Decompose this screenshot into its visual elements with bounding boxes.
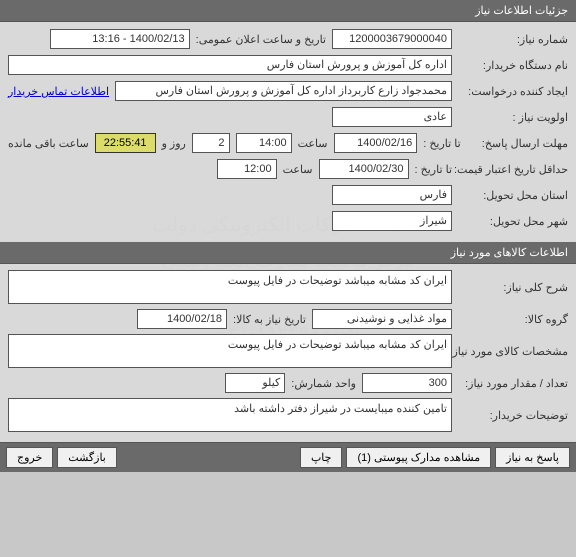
announce-label: تاریخ و ساعت اعلان عمومی: — [196, 33, 326, 46]
deadline-date-field: 1400/02/16 — [334, 133, 418, 153]
buyer-notes-field: تامین کننده میبایست در شیراز دفتر داشته … — [8, 398, 452, 432]
min-credit-time-field: 12:00 — [217, 159, 277, 179]
section2-body: شرح کلی نیاز: ایران کد مشابه میباشد توضی… — [0, 264, 576, 442]
time-label-2: ساعت — [283, 163, 313, 176]
desc-label: شرح کلی نیاز: — [458, 281, 568, 294]
deadline-label: مهلت ارسال پاسخ: — [467, 137, 568, 150]
priority-field: عادی — [332, 107, 452, 127]
main-panel: جزئیات اطلاعات نیاز شماره نیاز: 12000036… — [0, 0, 576, 472]
deadline-time-field: 14:00 — [236, 133, 292, 153]
buyer-notes-label: توضیحات خریدار: — [458, 409, 568, 422]
need-number-field: 1200003679000040 — [332, 29, 452, 49]
back-button[interactable]: بازگشت — [57, 447, 117, 468]
min-credit-label: حداقل تاریخ اعتبار قیمت: — [458, 163, 568, 176]
remaining-time: 22:55:41 — [95, 133, 156, 153]
respond-button[interactable]: پاسخ به نیاز — [495, 447, 570, 468]
buyer-label: نام دستگاه خریدار: — [458, 59, 568, 72]
creator-field: محمدجواد زارع کاربرداز اداره کل آموزش و … — [115, 81, 452, 101]
city-label: شهر محل تحویل: — [458, 215, 568, 228]
need-by-label: تاریخ نیاز به کالا: — [233, 313, 306, 326]
buyer-field: اداره کل آموزش و پرورش استان فارس — [8, 55, 452, 75]
unit-field: کیلو — [225, 373, 285, 393]
city-field: شیراز — [332, 211, 452, 231]
priority-label: اولویت نیاز : — [458, 111, 568, 124]
desc-field: ایران کد مشابه میباشد توضیحات در فایل پی… — [8, 270, 452, 304]
to-date-label: تا تاریخ : — [423, 137, 460, 150]
qty-label: تعداد / مقدار مورد نیاز: — [458, 377, 568, 390]
announce-field: 1400/02/13 - 13:16 — [50, 29, 190, 49]
contact-link[interactable]: اطلاعات تماس خریدار — [8, 85, 109, 98]
need-number-label: شماره نیاز: — [458, 33, 568, 46]
min-credit-date-field: 1400/02/30 — [319, 159, 409, 179]
group-label: گروه کالا: — [458, 313, 568, 326]
need-by-field: 1400/02/18 — [137, 309, 227, 329]
exit-button[interactable]: خروج — [6, 447, 53, 468]
to-date-label-2: تا تاریخ : — [415, 163, 452, 176]
time-label-1: ساعت — [298, 137, 328, 150]
province-label: استان محل تحویل: — [458, 189, 568, 202]
footer-toolbar: پاسخ به نیاز مشاهده مدارک پیوستی (1) چاپ… — [0, 442, 576, 472]
section1-header: جزئیات اطلاعات نیاز — [0, 0, 576, 22]
creator-label: ایجاد کننده درخواست: — [458, 85, 568, 98]
section2-header: اطلاعات کالاهای مورد نیاز — [0, 242, 576, 264]
print-button[interactable]: چاپ — [300, 447, 343, 468]
days-field: 2 — [192, 133, 230, 153]
section1-body: شماره نیاز: 1200003679000040 تاریخ و ساع… — [0, 22, 576, 242]
remaining-label: ساعت باقی مانده — [8, 137, 89, 150]
province-field: فارس — [332, 185, 452, 205]
group-field: مواد غذایی و نوشیدنی — [312, 309, 452, 329]
attachments-button[interactable]: مشاهده مدارک پیوستی (1) — [346, 447, 491, 468]
spec-field: ایران کد مشابه میباشد توضیحات در فایل پی… — [8, 334, 452, 368]
qty-field: 300 — [362, 373, 452, 393]
days-label: روز و — [162, 137, 186, 150]
spec-label: مشخصات کالای مورد نیاز: — [458, 345, 568, 358]
unit-label: واحد شمارش: — [291, 377, 356, 390]
